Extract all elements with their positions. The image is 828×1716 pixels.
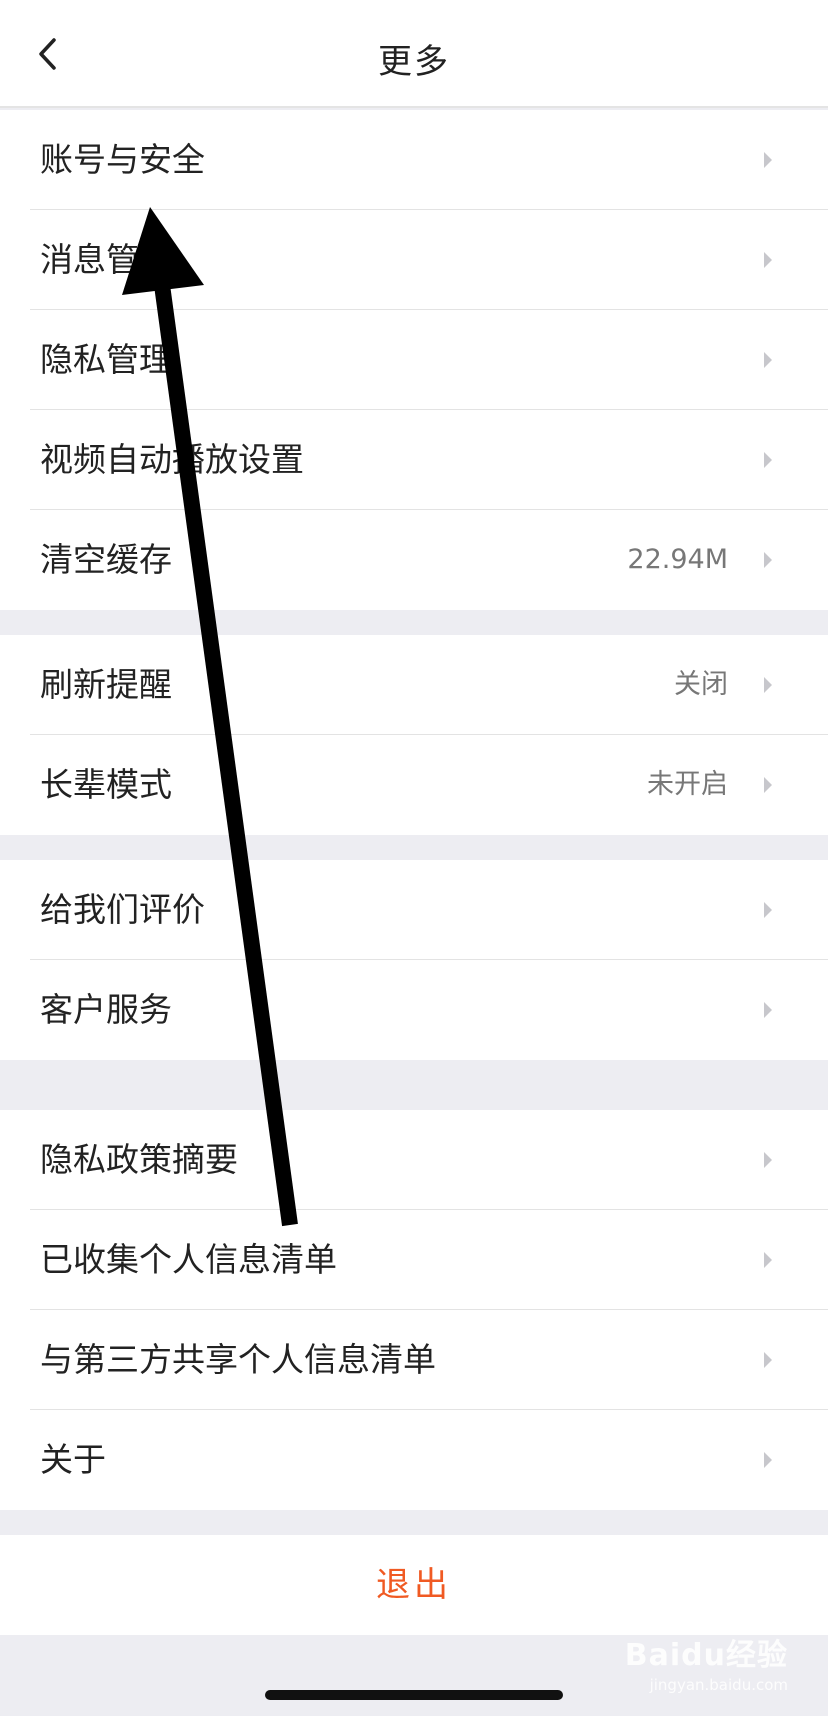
refresh-reminder-status: 关闭 <box>674 669 728 700</box>
row-third-party-sharing-list[interactable]: 与第三方共享个人信息清单 <box>0 1310 828 1410</box>
chevron-right-icon <box>764 1352 772 1368</box>
chevron-right-icon <box>764 1252 772 1268</box>
row-rate-us[interactable]: 给我们评价 <box>0 860 828 960</box>
row-label: 与第三方共享个人信息清单 <box>40 1340 436 1379</box>
watermark-main: Baidu经验 <box>624 1638 788 1673</box>
row-clear-cache[interactable]: 清空缓存 22.94M <box>0 510 828 610</box>
row-refresh-reminder[interactable]: 刷新提醒 关闭 <box>0 635 828 735</box>
baidu-watermark: Baidu经验 jingyan.baidu.com <box>625 1630 788 1694</box>
page-title: 更多 <box>378 42 450 82</box>
settings-group-mode: 刷新提醒 关闭 长辈模式 未开启 <box>0 635 828 835</box>
row-label: 已收集个人信息清单 <box>40 1240 337 1279</box>
row-label: 刷新提醒 <box>40 665 172 704</box>
cache-size-value: 22.94M <box>627 544 728 575</box>
row-label: 隐私管理 <box>40 340 172 379</box>
chevron-right-icon <box>764 352 772 368</box>
chevron-right-icon <box>764 152 772 168</box>
row-label: 长辈模式 <box>40 765 172 804</box>
chevron-right-icon <box>764 777 772 793</box>
row-about[interactable]: 关于 <box>0 1410 828 1510</box>
row-label: 视频自动播放设置 <box>40 440 304 479</box>
nav-bar: 更多 <box>0 0 828 108</box>
row-privacy-policy-summary[interactable]: 隐私政策摘要 <box>0 1110 828 1210</box>
chevron-right-icon <box>764 452 772 468</box>
row-customer-service[interactable]: 客户服务 <box>0 960 828 1060</box>
chevron-right-icon <box>764 252 772 268</box>
row-label: 账号与安全 <box>40 140 205 179</box>
row-label: 给我们评价 <box>40 890 205 929</box>
chevron-right-icon <box>764 1452 772 1468</box>
home-indicator[interactable] <box>265 1690 563 1700</box>
row-label: 关于 <box>40 1440 106 1479</box>
chevron-right-icon <box>764 1002 772 1018</box>
logout-button[interactable]: 退出 <box>0 1535 828 1635</box>
row-label: 隐私政策摘要 <box>40 1140 238 1179</box>
watermark-sub: jingyan.baidu.com <box>649 1676 788 1694</box>
settings-group-account: 账号与安全 消息管理 隐私管理 视频自动播放设置 清空缓存 22.94M <box>0 110 828 610</box>
row-label: 清空缓存 <box>40 540 172 579</box>
row-label: 客户服务 <box>40 990 172 1029</box>
elder-mode-status: 未开启 <box>647 769 728 800</box>
logout-label: 退出 <box>376 1565 452 1605</box>
settings-group-feedback: 给我们评价 客户服务 <box>0 860 828 1060</box>
row-account-security[interactable]: 账号与安全 <box>0 110 828 210</box>
row-label: 消息管理 <box>40 240 172 279</box>
settings-group-policy: 隐私政策摘要 已收集个人信息清单 与第三方共享个人信息清单 关于 <box>0 1110 828 1510</box>
chevron-right-icon <box>764 677 772 693</box>
row-privacy-management[interactable]: 隐私管理 <box>0 310 828 410</box>
row-collected-info-list[interactable]: 已收集个人信息清单 <box>0 1210 828 1310</box>
chevron-right-icon <box>764 902 772 918</box>
row-video-autoplay[interactable]: 视频自动播放设置 <box>0 410 828 510</box>
chevron-right-icon <box>764 1152 772 1168</box>
chevron-right-icon <box>764 552 772 568</box>
row-message-management[interactable]: 消息管理 <box>0 210 828 310</box>
row-elder-mode[interactable]: 长辈模式 未开启 <box>0 735 828 835</box>
